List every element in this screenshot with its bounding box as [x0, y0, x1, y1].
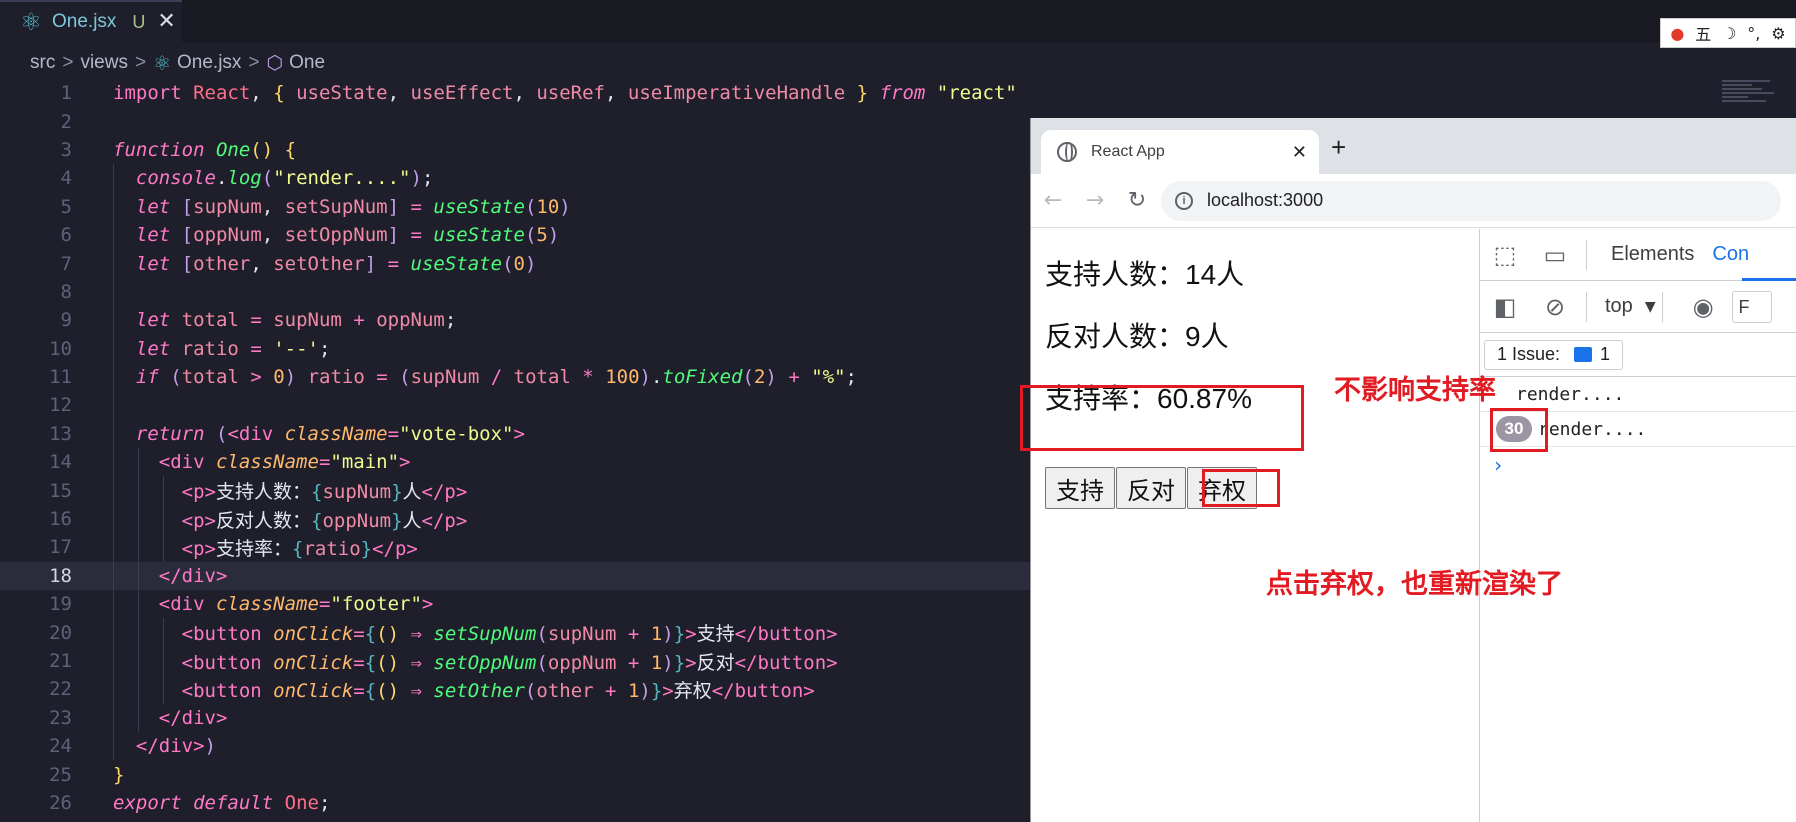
active-tab-indicator [1742, 278, 1796, 281]
code-line[interactable]: 14 <div className="main"> [0, 448, 1030, 477]
support-count: 支持人数：14人 [1045, 259, 1245, 290]
divider [1586, 239, 1587, 270]
console-prompt-icon[interactable]: › [1492, 453, 1796, 477]
log-text: render.... [1538, 418, 1647, 440]
ime-toolbar: ● 五 ☽ °, ⚙ [1660, 18, 1796, 48]
code-line[interactable]: 23 </div> [0, 703, 1030, 732]
issues-button[interactable]: 1 Issue: 1 [1484, 339, 1624, 370]
vote-box: 支持人数：14人 反对人数：9人 支持率：60.87% 支持 反对 弃权 [1031, 229, 1479, 822]
count-highlight-box [1490, 408, 1548, 452]
code-line[interactable]: 13 return (<div className="vote-box"> [0, 419, 1030, 449]
device-toolbar-icon[interactable]: ▭ [1530, 241, 1580, 269]
sidebar-toggle-icon[interactable]: ◧ [1480, 293, 1530, 321]
ratio-annotation: 不影响支持率 [1334, 375, 1496, 406]
chevron-right-icon: > [248, 52, 260, 73]
editor-tab-one-jsx[interactable]: ⚛ One.jsx U ✕ [0, 0, 182, 42]
code-line[interactable]: 22 <button onClick={() ⇒ setOther(other … [0, 675, 1030, 704]
browser-tab-title: React App [1091, 143, 1165, 160]
code-line[interactable]: 24 </div>) [0, 731, 1030, 761]
breadcrumb-file[interactable]: One.jsx [177, 52, 241, 74]
code-line[interactable]: 1 import React, { useState, useEffect, us… [0, 79, 1030, 107]
forward-arrow-icon[interactable]: → [1075, 188, 1115, 213]
code-line[interactable]: 15 <p>支持人数：{supNum}人</p> [0, 476, 1030, 505]
code-line[interactable]: 8 [0, 277, 1030, 307]
console-toolbar: ◧ ⊘ top ▼ ◉ F [1480, 281, 1796, 333]
divider [1661, 291, 1663, 322]
code-line[interactable]: 11 if (total > 0) ratio = (supNum / tota… [0, 362, 1030, 392]
code-editor[interactable]: 1 import React, { useState, useEffect, us… [0, 79, 1030, 817]
devtools-toolbar: ⬚ ▭ Elements Con [1480, 229, 1796, 281]
dropdown-arrow-icon[interactable]: ▼ [1645, 299, 1656, 315]
paw-icon[interactable]: ● [1670, 24, 1684, 43]
chevron-right-icon: > [134, 52, 147, 73]
code-line[interactable]: 16 <p>反对人数：{oppNum}人</p> [0, 504, 1030, 534]
browser-tab-react-app[interactable]: React App ✕ [1041, 130, 1319, 174]
globe-icon [1057, 142, 1077, 162]
moon-icon[interactable]: ☽ [1722, 24, 1736, 43]
inspect-element-icon[interactable]: ⬚ [1480, 241, 1530, 269]
reload-icon[interactable]: ↻ [1117, 188, 1157, 213]
breadcrumb-src[interactable]: src [30, 52, 55, 74]
divider [1586, 291, 1587, 322]
chevron-right-icon: > [62, 52, 74, 73]
browser-window: React App ✕ + ← → ↻ i localhost:3000 支持人… [1030, 118, 1796, 822]
close-icon[interactable]: ✕ [1292, 142, 1307, 163]
message-icon [1574, 347, 1593, 362]
ime-mode-icon[interactable]: 五 [1695, 21, 1711, 45]
minimap[interactable] [1722, 78, 1782, 118]
component-cube-icon: ⬡ [266, 52, 284, 74]
code-line[interactable]: 20 <button onClick={() ⇒ setSupNum(supNu… [0, 618, 1030, 647]
info-icon[interactable]: i [1175, 191, 1193, 210]
support-button[interactable]: 支持 [1045, 467, 1115, 509]
code-line[interactable]: 19 <div className="footer"> [0, 590, 1030, 619]
code-line[interactable]: 17 <p>支持率：{ratio}</p> [0, 533, 1030, 562]
log-text: render.... [1516, 383, 1625, 405]
url-input[interactable]: i localhost:3000 [1161, 180, 1781, 221]
context-select[interactable]: top [1605, 295, 1633, 318]
breadcrumb-symbol[interactable]: One [289, 52, 325, 74]
address-bar: ← → ↻ i localhost:3000 [1031, 174, 1796, 228]
new-tab-button[interactable]: + [1331, 132, 1346, 163]
react-icon: ⚛ [20, 8, 42, 36]
code-line[interactable]: 7 let [other, setOther] = useState(0) [0, 249, 1030, 278]
abstain-annotation: 点击弃权，也重新渲染了 [1266, 569, 1563, 600]
devtools-panel: ⬚ ▭ Elements Con ◧ ⊘ top ▼ ◉ F 1 Issue: … [1479, 229, 1796, 822]
filter-input[interactable]: F [1731, 290, 1772, 323]
code-line[interactable]: 3 function One() { [0, 136, 1030, 164]
code-line[interactable]: 2 [0, 107, 1030, 135]
breadcrumb-views[interactable]: views [80, 52, 128, 74]
code-line[interactable]: 25} [0, 760, 1030, 788]
oppose-button[interactable]: 反对 [1116, 467, 1186, 509]
code-line[interactable]: 21 <button onClick={() ⇒ setOppNum(oppNu… [0, 646, 1030, 676]
editor-tabbar: ⚛ One.jsx U ✕ [0, 0, 1796, 42]
punctuation-icon[interactable]: °, [1747, 24, 1760, 43]
gear-icon[interactable]: ⚙ [1771, 24, 1785, 43]
issues-row: 1 Issue: 1 [1480, 333, 1796, 377]
close-icon[interactable]: ✕ [157, 11, 175, 33]
code-line[interactable]: 5 let [supNum, setSupNum] = useState(10) [0, 192, 1030, 221]
untracked-badge: U [132, 11, 146, 32]
console-log-entry[interactable]: render.... [1480, 377, 1796, 412]
clear-console-icon[interactable]: ⊘ [1530, 293, 1580, 321]
issues-label: 1 Issue: [1497, 344, 1561, 364]
back-arrow-icon[interactable]: ← [1033, 188, 1073, 213]
url-text: localhost:3000 [1207, 190, 1324, 210]
ratio-highlight-box [1020, 385, 1304, 451]
code-line[interactable]: 10 let ratio = '--'; [0, 334, 1030, 363]
code-line-active[interactable]: 18 </div> [0, 561, 1030, 591]
code-line[interactable]: 12 [0, 391, 1030, 420]
tab-elements[interactable]: Elements [1611, 243, 1694, 266]
code-line[interactable]: 9 let total = supNum + oppNum; [0, 306, 1030, 335]
code-line[interactable]: 6 let [oppNum, setOppNum] = useState(5) [0, 220, 1030, 250]
tab-filename: One.jsx [52, 11, 117, 32]
issues-count: 1 [1600, 344, 1611, 364]
tab-console[interactable]: Con [1712, 243, 1749, 266]
abstain-highlight-box [1202, 469, 1280, 507]
breadcrumb: src > views > ⚛ One.jsx > ⬡ One [0, 46, 325, 80]
code-line[interactable]: 4 console.log("render...."); [0, 164, 1030, 193]
react-icon: ⚛ [153, 52, 171, 75]
oppose-count: 反对人数：9人 [1045, 321, 1229, 352]
eye-icon[interactable]: ◉ [1693, 293, 1714, 321]
code-line[interactable]: 26 export default One; [0, 789, 1030, 817]
